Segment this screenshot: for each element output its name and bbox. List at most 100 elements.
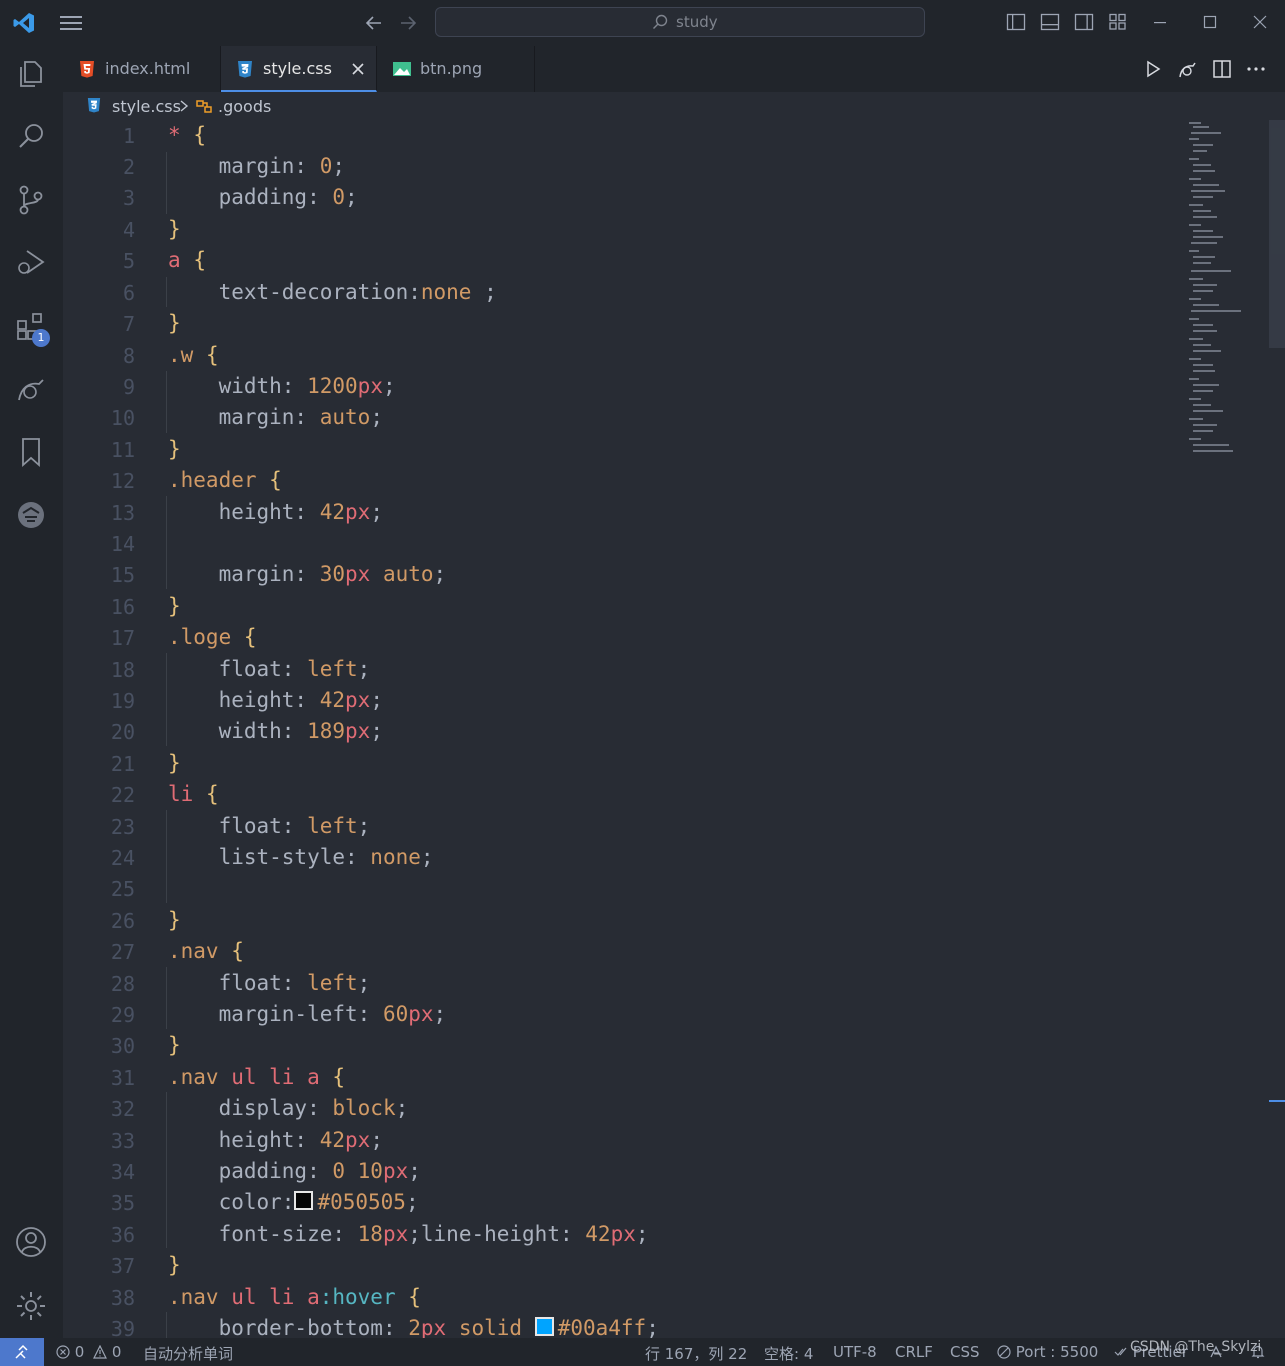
line-number: 27 — [110, 940, 135, 964]
problems-indicator[interactable]: 0 0 — [56, 1343, 121, 1361]
error-icon — [56, 1345, 70, 1359]
language-mode[interactable]: CSS — [950, 1343, 980, 1361]
live-server-port[interactable]: Port : 5500 — [997, 1343, 1098, 1361]
css3-icon — [238, 61, 252, 78]
code-line: text-decoration:none ; — [218, 280, 497, 304]
indent-guide — [166, 277, 167, 307]
compare-changes-icon[interactable] — [1177, 59, 1197, 79]
indentation[interactable]: 空格: 4 — [764, 1343, 813, 1364]
more-actions-icon[interactable] — [1246, 59, 1266, 79]
forward-arrow-icon[interactable] — [398, 13, 418, 33]
remote-explorer-icon[interactable] — [15, 374, 47, 406]
line-number: 34 — [110, 1160, 135, 1184]
code-line: color: #050505; — [218, 1190, 419, 1214]
run-debug-icon[interactable] — [15, 246, 47, 278]
code-line: a { — [168, 248, 206, 272]
toggle-secondary-sidebar-icon[interactable] — [1074, 12, 1094, 32]
code-line: .nav ul li a { — [168, 1065, 346, 1089]
code-line: .nav { — [168, 939, 244, 963]
breadcrumb-file[interactable]: style.css — [112, 97, 181, 116]
close-window-icon[interactable] — [1252, 14, 1268, 30]
back-arrow-icon[interactable] — [364, 13, 384, 33]
tab-label: btn.png — [420, 59, 483, 78]
tab-style-css[interactable]: style.css — [221, 46, 377, 92]
breadcrumb: style.css .goods — [63, 92, 1263, 120]
toggle-primary-sidebar-icon[interactable] — [1006, 12, 1026, 32]
code-line: } — [168, 217, 181, 241]
code-line: margin-left: 60px; — [218, 1002, 447, 1026]
tab-btn-png[interactable]: btn.png — [378, 46, 535, 92]
color-swatch-black[interactable] — [294, 1191, 314, 1210]
source-control-icon[interactable] — [15, 184, 47, 216]
end-of-line[interactable]: CRLF — [895, 1343, 933, 1361]
code-line: font-size: 18px;line-height: 42px; — [218, 1222, 649, 1246]
line-number: 14 — [110, 532, 135, 556]
maximize-icon[interactable] — [1202, 14, 1218, 30]
line-number: 5 — [122, 249, 135, 273]
color-swatch-blue[interactable] — [534, 1317, 554, 1336]
line-number: 6 — [122, 281, 135, 305]
breadcrumb-symbol[interactable]: .goods — [218, 97, 271, 116]
cursor-position[interactable]: 行 167，列 22 — [645, 1343, 747, 1364]
warning-icon — [93, 1344, 108, 1359]
line-number: 28 — [110, 972, 135, 996]
account-icon[interactable] — [15, 1226, 47, 1258]
line-number: 2 — [122, 155, 135, 179]
code-line: .header { — [168, 468, 282, 492]
minimap[interactable] — [1183, 120, 1263, 460]
image-icon — [393, 62, 411, 76]
extension-panel-icon[interactable] — [15, 499, 47, 531]
search-icon — [653, 14, 668, 29]
indent-guide — [166, 1092, 167, 1248]
toggle-panel-icon[interactable] — [1040, 12, 1060, 32]
line-number: 30 — [110, 1034, 135, 1058]
indent-guide — [166, 1312, 167, 1338]
menu-icon[interactable] — [60, 14, 82, 32]
code-editor[interactable]: style.css .goods 1 2 3 4 5 6 7 8 9 10 11… — [63, 92, 1285, 1338]
code-line: } — [168, 1253, 181, 1277]
line-number: 23 — [110, 815, 135, 839]
line-number: 20 — [110, 720, 135, 744]
code-line: .nav ul li a:hover { — [168, 1285, 421, 1309]
line-number: 15 — [110, 563, 135, 587]
scrollbar-thumb[interactable] — [1269, 120, 1285, 348]
code-line: height: 42px; — [218, 500, 383, 524]
indent-guide — [166, 371, 167, 433]
split-editor-icon[interactable] — [1212, 59, 1232, 79]
port-label: Port : 5500 — [1015, 1343, 1099, 1361]
code-line: height: 42px; — [218, 688, 383, 712]
title-bar: study — [0, 0, 1285, 46]
line-number: 29 — [110, 1003, 135, 1027]
bookmarks-icon[interactable] — [15, 436, 47, 468]
remote-indicator[interactable] — [0, 1338, 44, 1366]
line-number: 11 — [110, 438, 135, 462]
code-line: } — [168, 908, 181, 932]
run-file-icon[interactable] — [1143, 59, 1163, 79]
html5-icon — [80, 61, 94, 78]
tab-index-html[interactable]: index.html — [63, 46, 221, 92]
status-extension-label[interactable]: 自动分析单词 — [143, 1343, 233, 1364]
indent-guide — [166, 653, 167, 746]
line-number: 31 — [110, 1066, 135, 1090]
warning-count: 0 — [111, 1343, 122, 1361]
line-number: 24 — [110, 846, 135, 870]
scroll-position-marker — [1269, 1100, 1285, 1102]
line-number: 22 — [110, 783, 135, 807]
search-view-icon[interactable] — [15, 121, 47, 153]
line-number: 3 — [122, 186, 135, 210]
command-center-search[interactable]: study — [435, 7, 925, 37]
close-tab-icon[interactable] — [351, 62, 365, 76]
indent-guide — [166, 496, 167, 589]
extensions-badge: 1 — [32, 329, 50, 347]
settings-gear-icon[interactable] — [15, 1290, 47, 1322]
code-line: height: 42px; — [218, 1128, 383, 1152]
code-line: margin: 0; — [218, 154, 346, 178]
minimize-icon[interactable] — [1152, 14, 1168, 30]
line-number: 1 — [122, 124, 135, 148]
explorer-icon[interactable] — [15, 58, 47, 90]
line-number: 12 — [110, 469, 135, 493]
line-number: 35 — [110, 1191, 135, 1215]
line-number: 13 — [110, 501, 135, 525]
encoding[interactable]: UTF-8 — [833, 1343, 877, 1361]
customize-layout-icon[interactable] — [1108, 12, 1128, 32]
